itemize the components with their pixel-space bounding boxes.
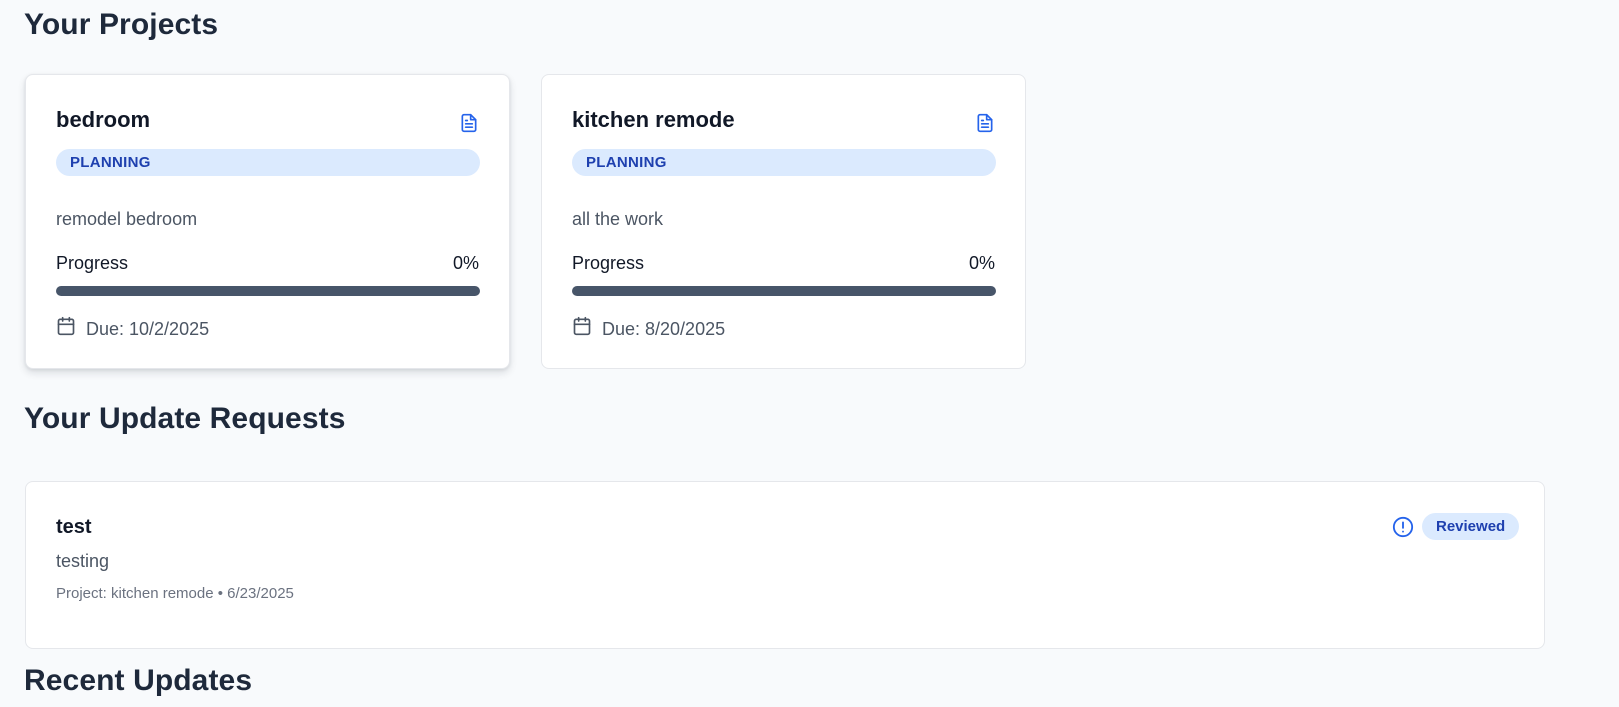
document-icon[interactable]	[459, 113, 479, 133]
progress-value: 0%	[452, 253, 479, 273]
project-description: remodel bedroom	[56, 209, 198, 229]
progress-bar	[572, 286, 996, 296]
request-title: test	[56, 516, 92, 538]
project-card-bedroom[interactable]: bedroom PLANNING remodel bedroom Progres…	[25, 74, 510, 369]
dashboard-page: Your Projects bedroom PLANNING remodel b…	[0, 0, 1619, 707]
progress-label: Progress	[56, 253, 129, 273]
progress-label: Progress	[572, 253, 645, 273]
projects-section-title: Your Projects	[24, 8, 219, 41]
update-requests-section-title: Your Update Requests	[24, 402, 346, 435]
calendar-icon	[573, 316, 591, 336]
recent-updates-section-title: Recent Updates	[24, 664, 253, 697]
status-badge: PLANNING	[56, 149, 480, 176]
due-date: Due: 8/20/2025	[602, 319, 726, 339]
project-description: all the work	[572, 209, 664, 229]
project-name: bedroom	[56, 107, 151, 132]
progress-value: 0%	[968, 253, 995, 273]
request-description: testing	[56, 551, 110, 571]
update-request-card[interactable]: test testing Project: kitchen remode • 6…	[25, 481, 1545, 649]
status-badge: Reviewed	[1422, 513, 1520, 540]
project-card-kitchen-remode[interactable]: kitchen remode PLANNING all the work Pro…	[541, 74, 1026, 369]
progress-bar	[56, 286, 480, 296]
status-badge: PLANNING	[572, 149, 996, 176]
request-meta: Project: kitchen remode • 6/23/2025	[56, 585, 294, 602]
calendar-icon	[57, 316, 75, 336]
alert-circle-icon	[1392, 516, 1414, 538]
document-icon[interactable]	[975, 113, 995, 133]
due-date: Due: 10/2/2025	[86, 319, 210, 339]
project-name: kitchen remode	[572, 107, 735, 132]
